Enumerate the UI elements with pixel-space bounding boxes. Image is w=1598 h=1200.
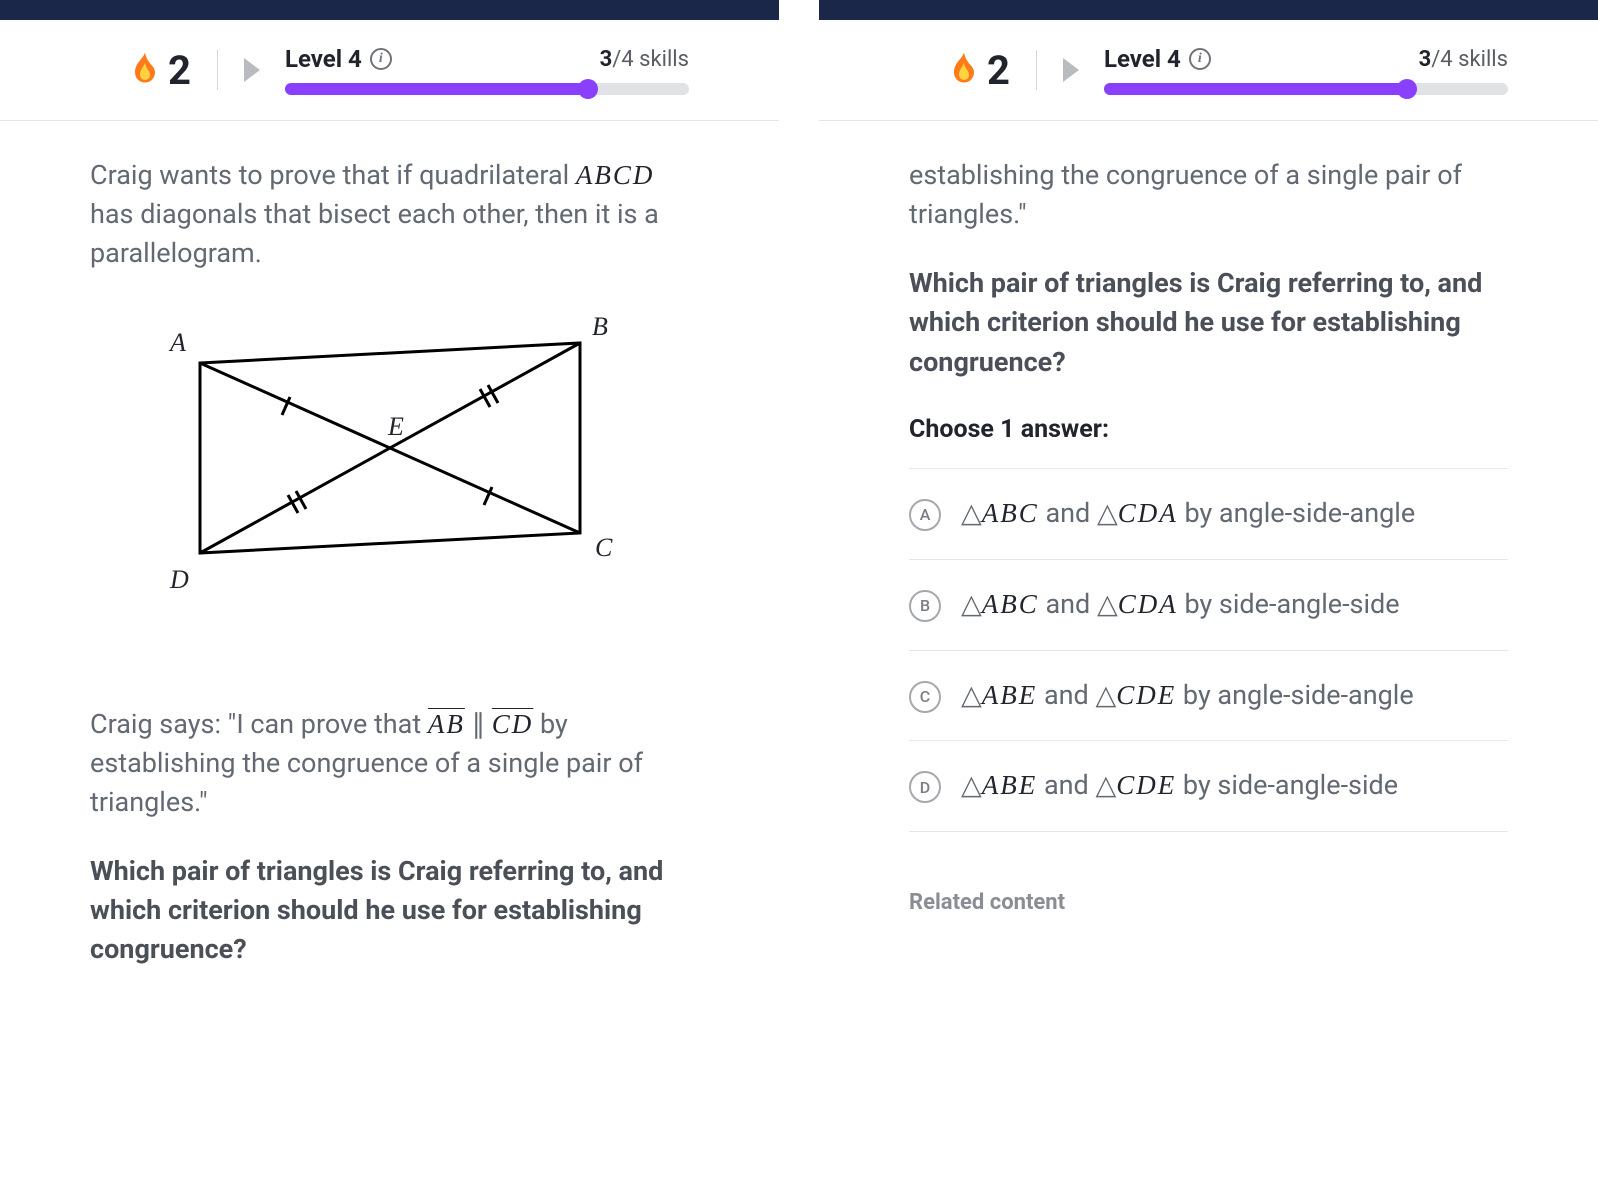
progress-thumb xyxy=(1397,79,1417,99)
choice-text: △ABC and △CDA by side-angle-side xyxy=(961,586,1400,624)
quote-text: Craig says: "I can prove that AB ∥ CD by… xyxy=(90,705,689,822)
level-label: Level 4 xyxy=(285,45,362,73)
question-text: Which pair of triangles is Craig referri… xyxy=(90,852,689,969)
level-block: Level 4 i 3/4 skills xyxy=(285,45,689,95)
choice-A[interactable]: A △ABC and △CDA by angle-side-angle xyxy=(909,469,1508,560)
quadrilateral-figure: A B C D E xyxy=(120,303,689,654)
choice-text: △ABE and △CDE by angle-side-angle xyxy=(961,677,1414,715)
info-icon[interactable]: i xyxy=(1189,48,1211,70)
question-text: Which pair of triangles is Craig referri… xyxy=(909,264,1508,381)
progress-header: 2 Level 4 i 3/4 skills xyxy=(0,20,779,121)
intro-text: Craig wants to prove that if quadrilater… xyxy=(90,156,689,273)
flame-icon xyxy=(949,52,979,88)
choice-letter: B xyxy=(909,590,941,622)
divider xyxy=(217,50,218,90)
choice-B[interactable]: B △ABC and △CDA by side-angle-side xyxy=(909,560,1508,651)
progress-fill xyxy=(285,83,588,95)
choice-letter: A xyxy=(909,499,941,531)
level-block: Level 4 i 3/4 skills xyxy=(1104,45,1508,95)
progress-bar xyxy=(285,83,689,95)
streak-count: 2 xyxy=(987,47,1010,94)
top-bar xyxy=(0,0,779,20)
flame-icon xyxy=(130,52,160,88)
streak-count: 2 xyxy=(168,47,191,94)
streak-badge: 2 xyxy=(130,47,191,94)
choice-text: △ABC and △CDA by angle-side-angle xyxy=(961,495,1415,533)
left-pane: 2 Level 4 i 3/4 skills Cr xyxy=(0,0,779,1200)
related-content-heading: Related content xyxy=(909,887,1508,919)
choice-text: △ABE and △CDE by side-angle-side xyxy=(961,767,1398,805)
info-icon[interactable]: i xyxy=(370,48,392,70)
choice-D[interactable]: D △ABE and △CDE by side-angle-side xyxy=(909,741,1508,832)
choice-letter: C xyxy=(909,681,941,713)
two-pane-layout: 2 Level 4 i 3/4 skills Cr xyxy=(0,0,1598,1200)
play-icon[interactable] xyxy=(1063,58,1079,82)
skills-count: 3/4 skills xyxy=(600,47,689,72)
progress-thumb xyxy=(578,79,598,99)
play-icon[interactable] xyxy=(244,58,260,82)
divider xyxy=(1036,50,1037,90)
vertex-A: A xyxy=(168,328,186,357)
top-bar xyxy=(819,0,1598,20)
choice-letter: D xyxy=(909,771,941,803)
vertex-D: D xyxy=(169,565,189,594)
choice-C[interactable]: C △ABE and △CDE by angle-side-angle xyxy=(909,651,1508,742)
progress-fill xyxy=(1104,83,1407,95)
trailing-text: establishing the congruence of a single … xyxy=(909,156,1508,234)
vertex-E: E xyxy=(387,412,404,441)
choose-label: Choose 1 answer: xyxy=(909,412,1508,448)
streak-badge: 2 xyxy=(949,47,1010,94)
question-content: Craig wants to prove that if quadrilater… xyxy=(0,121,779,969)
progress-header: 2 Level 4 i 3/4 skills xyxy=(819,20,1598,121)
right-pane: 2 Level 4 i 3/4 skills establishin xyxy=(819,0,1598,1200)
level-label: Level 4 xyxy=(1104,45,1181,73)
choice-list: A △ABC and △CDA by angle-side-angle B △A… xyxy=(909,468,1508,832)
skills-count: 3/4 skills xyxy=(1419,47,1508,72)
vertex-C: C xyxy=(595,533,613,562)
vertex-B: B xyxy=(592,312,608,341)
answer-content: establishing the congruence of a single … xyxy=(819,121,1598,919)
progress-bar xyxy=(1104,83,1508,95)
